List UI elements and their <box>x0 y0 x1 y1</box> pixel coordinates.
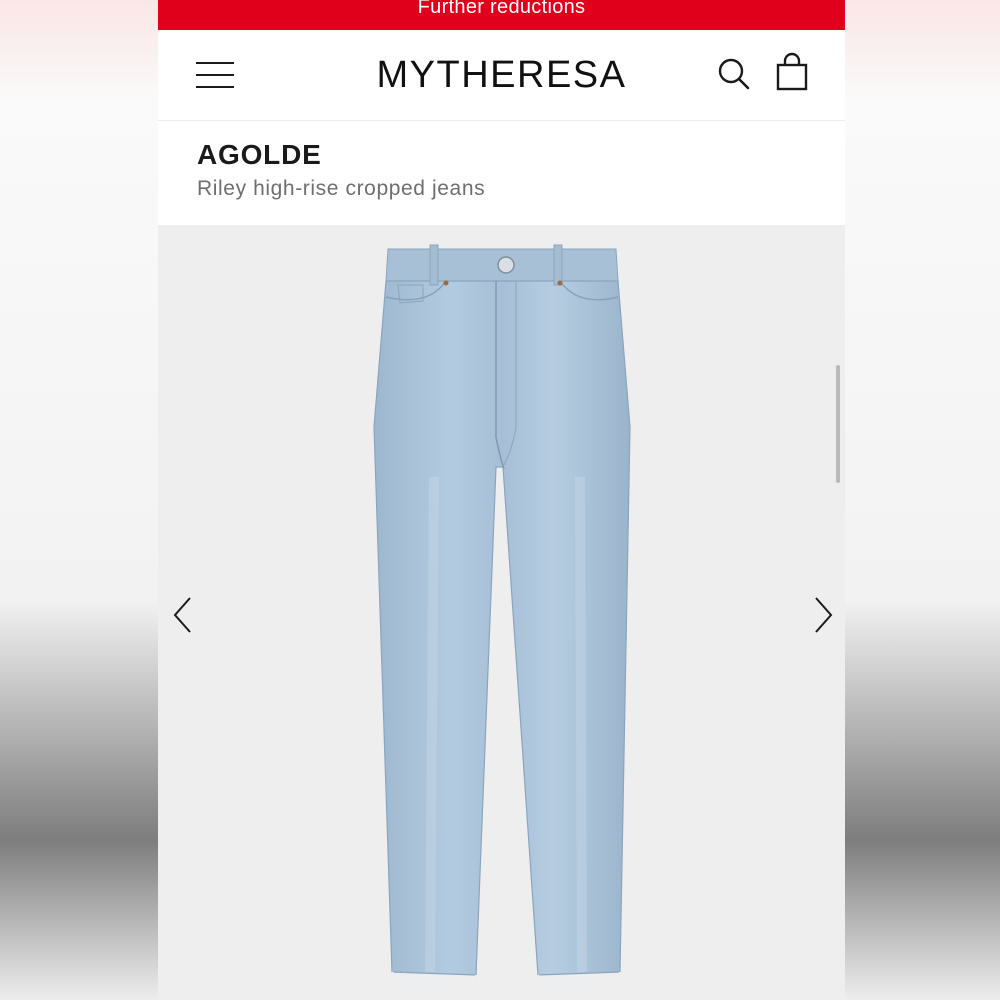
chevron-left-icon[interactable] <box>170 595 200 635</box>
promo-text: Further reductions <box>417 0 586 18</box>
site-header: MYTHERESA <box>158 30 845 121</box>
jeans-image <box>373 244 631 987</box>
scrollbar[interactable] <box>836 365 840 483</box>
app-screen: Further reductions MYTHERESA AGOLDE Rile… <box>158 0 845 1000</box>
background-left <box>0 0 158 1000</box>
chevron-right-icon[interactable] <box>806 595 836 635</box>
product-title: Riley high-rise cropped jeans <box>197 177 486 200</box>
search-icon[interactable] <box>716 56 752 92</box>
brand-name[interactable]: AGOLDE <box>197 139 322 171</box>
product-header: AGOLDE Riley high-rise cropped jeans <box>158 121 845 225</box>
promo-banner[interactable]: Further reductions <box>158 0 845 30</box>
shopping-bag-icon[interactable] <box>774 52 810 92</box>
background-right <box>845 0 1000 1000</box>
product-gallery[interactable] <box>158 225 845 1000</box>
